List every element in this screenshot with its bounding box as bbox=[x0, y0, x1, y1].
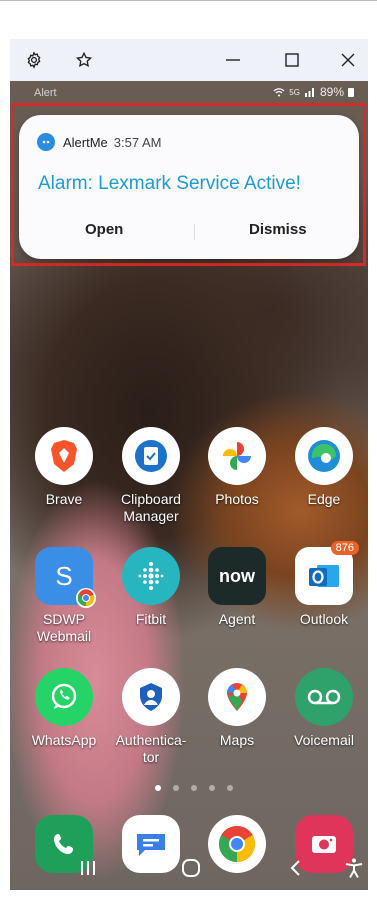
app-label: Outlook bbox=[299, 611, 349, 627]
notification-actions: Open Dismiss bbox=[19, 215, 359, 249]
phone-screen: Alert 5G 89% AlertMe 3:57 AM Alarm: Lexm… bbox=[10, 81, 368, 890]
maximize-icon[interactable] bbox=[272, 39, 312, 81]
brave-icon bbox=[35, 427, 93, 485]
whatsapp-icon bbox=[35, 668, 93, 726]
status-left-text: Alert bbox=[34, 87, 57, 99]
authenticator-icon bbox=[122, 668, 180, 726]
app-label: Clipboard Manager bbox=[121, 491, 181, 524]
app-outlook[interactable]: 876 Outlook bbox=[281, 541, 367, 628]
status-bar: Alert 5G 89% bbox=[10, 81, 368, 103]
app-label: Edge bbox=[307, 491, 341, 507]
page-indicator[interactable] bbox=[155, 785, 233, 791]
app-label: Fitbit bbox=[135, 611, 167, 627]
notification-card[interactable]: AlertMe 3:57 AM Alarm: Lexmark Service A… bbox=[19, 115, 359, 259]
webmail-icon: S bbox=[35, 547, 96, 608]
back-icon[interactable] bbox=[286, 857, 306, 884]
app-agent[interactable]: now Agent bbox=[194, 547, 280, 628]
page-dot bbox=[155, 785, 161, 791]
phone-mirror-window: Alert 5G 89% AlertMe 3:57 AM Alarm: Lexm… bbox=[10, 39, 368, 890]
app-label: Photos bbox=[215, 491, 259, 507]
status-right: 5G 89% bbox=[273, 85, 354, 99]
action-divider bbox=[194, 224, 195, 240]
minimize-icon[interactable] bbox=[213, 39, 253, 81]
app-edge[interactable]: Edge bbox=[281, 427, 367, 508]
battery-percent: 89% bbox=[319, 85, 344, 99]
app-photos[interactable]: Photos bbox=[194, 427, 280, 508]
notification-time: 3:57 AM bbox=[113, 134, 162, 150]
gear-icon[interactable] bbox=[14, 39, 54, 81]
app-label: Maps bbox=[219, 732, 255, 748]
now-icon-text: now bbox=[219, 565, 255, 586]
battery-icon bbox=[348, 88, 354, 97]
outlook-badge: 876 bbox=[330, 541, 359, 555]
app-label: Agent bbox=[218, 611, 256, 627]
accessibility-icon[interactable] bbox=[343, 857, 365, 884]
app-label: Brave bbox=[45, 491, 83, 507]
now-icon: now bbox=[208, 547, 266, 605]
page-dot bbox=[227, 785, 233, 791]
app-maps[interactable]: Maps bbox=[194, 668, 280, 749]
home-icon[interactable] bbox=[180, 857, 202, 884]
voicemail-icon bbox=[295, 668, 353, 726]
top-border bbox=[0, 0, 377, 7]
app-fitbit[interactable]: Fitbit bbox=[108, 547, 194, 628]
app-voicemail[interactable]: Voicemail bbox=[281, 668, 367, 749]
signal-icon bbox=[304, 88, 314, 97]
app-whatsapp[interactable]: WhatsApp bbox=[21, 668, 107, 749]
notification-header: AlertMe 3:57 AM bbox=[37, 133, 162, 151]
clipboard-icon bbox=[122, 427, 180, 485]
dismiss-button[interactable]: Dismiss bbox=[249, 221, 307, 238]
page-dot bbox=[173, 785, 179, 791]
app-brave[interactable]: Brave bbox=[21, 427, 107, 508]
alertme-app-icon bbox=[37, 133, 55, 151]
app-label: WhatsApp bbox=[31, 732, 97, 748]
page-dot bbox=[191, 785, 197, 791]
app-label: SDWP Webmail bbox=[36, 611, 92, 644]
maps-icon bbox=[208, 668, 266, 726]
notification-title: Alarm: Lexmark Service Active! bbox=[38, 173, 301, 194]
app-clipboard-manager[interactable]: Clipboard Manager bbox=[108, 427, 194, 525]
app-sdwp-webmail[interactable]: S SDWP Webmail bbox=[21, 547, 107, 645]
open-button[interactable]: Open bbox=[85, 221, 123, 238]
app-authenticator[interactable]: Authentica- tor bbox=[108, 668, 194, 766]
app-label: Authentica- tor bbox=[115, 732, 187, 765]
notification-app-name: AlertMe bbox=[63, 134, 108, 150]
outlook-icon: 876 bbox=[295, 541, 359, 605]
wifi-icon bbox=[273, 88, 285, 97]
navigation-bar bbox=[10, 851, 368, 890]
edge-icon bbox=[295, 427, 353, 485]
recents-icon[interactable] bbox=[78, 857, 98, 884]
fitbit-icon bbox=[122, 547, 180, 605]
network-type: 5G bbox=[289, 87, 300, 97]
star-icon[interactable] bbox=[64, 39, 104, 81]
photos-icon bbox=[208, 427, 266, 485]
page-dot bbox=[209, 785, 215, 791]
window-titlebar bbox=[10, 39, 368, 81]
close-icon[interactable] bbox=[328, 39, 368, 81]
app-label: Voicemail bbox=[294, 732, 354, 748]
